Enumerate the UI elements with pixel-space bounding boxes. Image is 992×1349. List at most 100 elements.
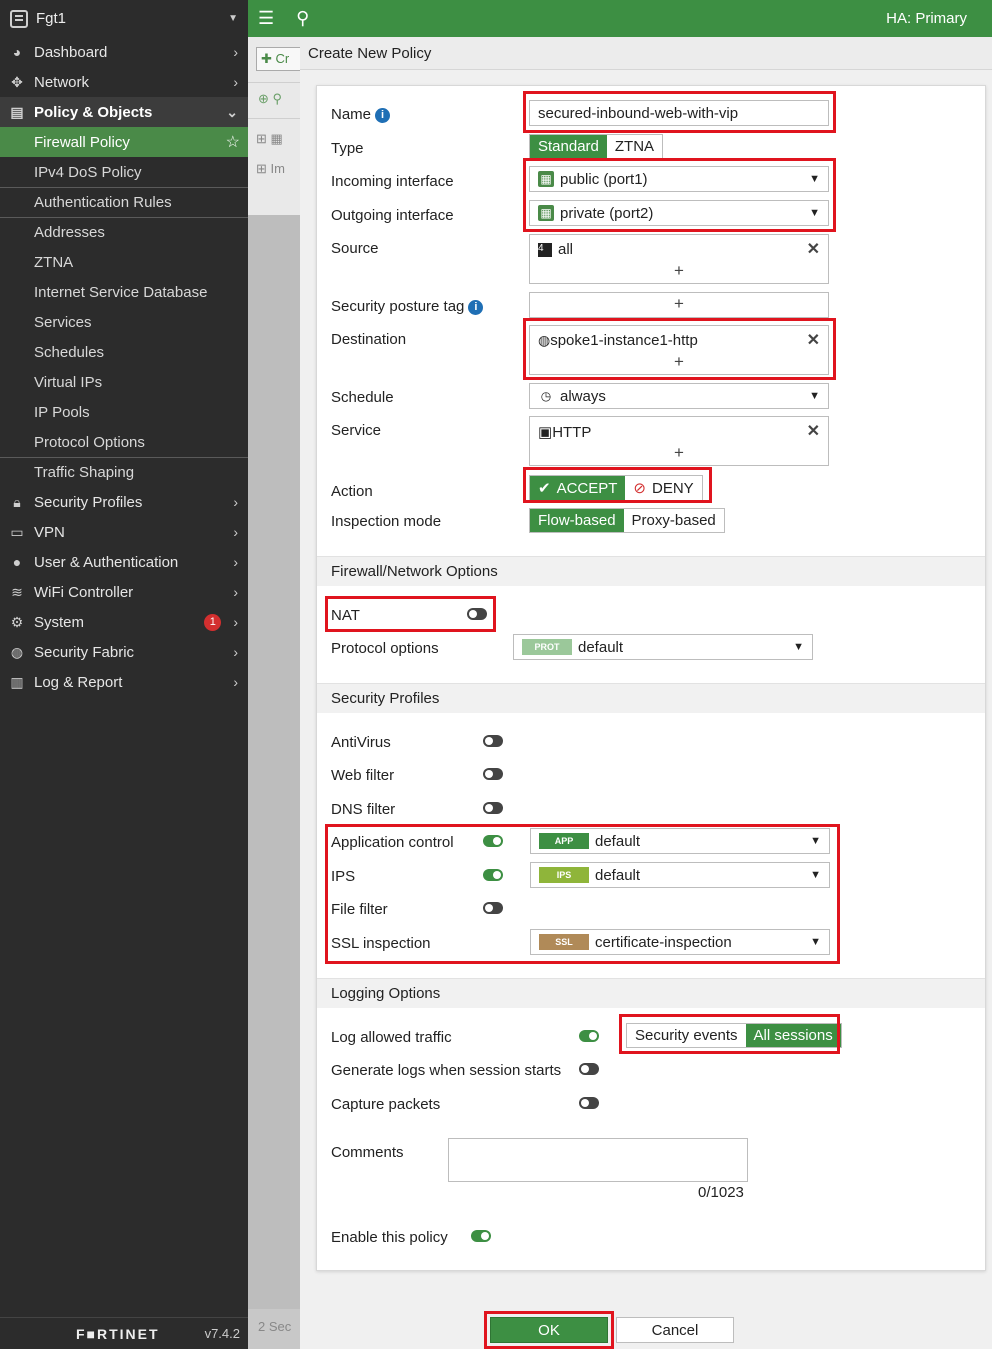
create-new-button[interactable]: ✚ Cr	[256, 47, 306, 71]
chevron-down-icon: ▼	[793, 641, 804, 653]
sidebar-item-user-authentication[interactable]: ● User & Authentication ›	[0, 547, 248, 577]
type-standard-option[interactable]: Standard	[530, 135, 607, 158]
chevron-right-icon: ›	[233, 524, 238, 540]
add-icon[interactable]: +	[530, 294, 828, 314]
sidebar-item-wifi-controller[interactable]: ≋ WiFi Controller ›	[0, 577, 248, 607]
sidebar-item-services[interactable]: Services	[0, 307, 248, 337]
filefilter-toggle[interactable]	[483, 902, 503, 914]
sidebar-item-label: Internet Service Database	[34, 283, 208, 301]
fabric-icon: ◍	[10, 643, 24, 660]
destination-value: spoke1-instance1-http	[550, 332, 698, 349]
sidebar-item-ztna[interactable]: ZTNA	[0, 247, 248, 277]
protocol-options-select[interactable]: PROT default ▼	[513, 634, 813, 660]
enable-policy-toggle[interactable]	[471, 1230, 491, 1242]
ips-toggle[interactable]	[483, 869, 503, 881]
action-accept-button[interactable]: ✔ ACCEPT	[530, 476, 626, 500]
name-input[interactable]: secured-inbound-web-with-vip	[529, 100, 829, 126]
remove-icon[interactable]: ✕	[807, 421, 820, 441]
info-icon[interactable]: i	[468, 300, 484, 315]
sidebar-item-authentication-rules[interactable]: Authentication Rules	[0, 187, 248, 217]
sidebar-item-system[interactable]: ⚙ System 1 ›	[0, 607, 248, 637]
search-icon[interactable]: ⚲	[296, 8, 309, 29]
sidebar-item-log-report[interactable]: ▥ Log & Report ›	[0, 667, 248, 697]
sidebar-item-addresses[interactable]: Addresses	[0, 217, 248, 247]
fortinet-logo: F■RTINET	[76, 1325, 160, 1342]
schedule-select[interactable]: ◷ always ▼	[529, 383, 829, 409]
flow-based-option[interactable]: Flow-based	[530, 509, 624, 532]
wifi-icon: ≋	[11, 583, 23, 600]
posture-tag-select[interactable]: +	[529, 292, 829, 318]
webfilter-toggle[interactable]	[483, 768, 503, 780]
section-logging: Logging Options	[317, 978, 985, 1008]
proxy-based-option[interactable]: Proxy-based	[623, 509, 724, 532]
sidebar-item-schedules[interactable]: Schedules	[0, 337, 248, 367]
sidebar-item-traffic-shaping[interactable]: Traffic Shaping	[0, 457, 248, 487]
source-select[interactable]: 4 all ✕ +	[529, 234, 829, 284]
star-icon[interactable]: ☆	[226, 132, 240, 152]
dnsfilter-toggle[interactable]	[483, 802, 503, 814]
chevron-right-icon: ›	[233, 584, 238, 600]
ok-button[interactable]: OK	[490, 1317, 608, 1343]
add-icon[interactable]: +	[530, 443, 828, 463]
add-icon[interactable]: +	[530, 261, 828, 281]
user-icon: ●	[12, 554, 22, 570]
sidebar-item-label: WiFi Controller	[34, 583, 134, 601]
menu-icon[interactable]: ☰	[258, 8, 274, 29]
info-icon[interactable]: i	[375, 108, 391, 123]
antivirus-toggle[interactable]	[483, 735, 503, 747]
sidebar-item-label: Authentication Rules	[34, 194, 172, 211]
comments-textarea[interactable]	[448, 1138, 748, 1182]
sidebar-item-network[interactable]: ✥ Network ›	[0, 67, 248, 97]
sidebar-item-ipv4-dos-policy[interactable]: IPv4 DoS Policy	[0, 157, 248, 187]
outgoing-interface-select[interactable]: ▦ private (port2) ▼	[529, 200, 829, 226]
antivirus-label: AntiVirus	[331, 734, 391, 751]
sidebar-item-protocol-options[interactable]: Protocol Options	[0, 427, 248, 457]
appctrl-toggle[interactable]	[483, 835, 503, 847]
chevron-right-icon: ›	[233, 674, 238, 690]
sidebar-item-dashboard[interactable]: ◕ Dashboard ›	[0, 37, 248, 67]
sidebar-item-virtual-ips[interactable]: Virtual IPs	[0, 367, 248, 397]
port-icon: ▦	[538, 171, 554, 187]
chevron-right-icon: ›	[233, 554, 238, 570]
sidebar-item-ip-pools[interactable]: IP Pools	[0, 397, 248, 427]
cancel-button[interactable]: Cancel	[616, 1317, 734, 1343]
action-deny-button[interactable]: ⊘ DENY	[625, 476, 702, 500]
ssl-inspection-value: certificate-inspection	[595, 933, 732, 951]
remove-icon[interactable]: ✕	[807, 330, 820, 350]
ips-select[interactable]: IPS default ▼	[530, 862, 830, 888]
appctrl-select[interactable]: APP default ▼	[530, 828, 830, 854]
sidebar-item-firewall-policy[interactable]: Firewall Policy ☆	[0, 127, 248, 157]
sidebar-item-vpn[interactable]: ▭ VPN ›	[0, 517, 248, 547]
sidebar-item-internet-service-database[interactable]: Internet Service Database	[0, 277, 248, 307]
sidebar-item-policy-objects[interactable]: ▤ Policy & Objects ⌄	[0, 97, 248, 127]
chevron-down-icon: ▼	[228, 13, 238, 24]
ha-status: HA: Primary	[886, 10, 967, 27]
type-ztna-option[interactable]: ZTNA	[606, 135, 663, 158]
prot-tag: PROT	[522, 639, 572, 655]
sidebar-item-label: Schedules	[34, 343, 105, 361]
nat-label: NAT	[331, 607, 360, 624]
action-toggle: ✔ ACCEPT ⊘ DENY	[529, 475, 703, 501]
sidebar-item-security-profiles[interactable]: 🔒︎ Security Profiles ›	[0, 487, 248, 517]
all-sessions-option[interactable]: All sessions	[745, 1024, 841, 1047]
log-allowed-toggle[interactable]	[579, 1030, 599, 1042]
gen-logs-toggle[interactable]	[579, 1063, 599, 1075]
sidebar-item-security-fabric[interactable]: ◍ Security Fabric ›	[0, 637, 248, 667]
capture-packets-toggle[interactable]	[579, 1097, 599, 1109]
sidebar-item-label: Services	[34, 313, 92, 331]
device-selector[interactable]: Fgt1 ▼	[0, 0, 248, 37]
security-events-option[interactable]: Security events	[627, 1024, 746, 1047]
incoming-interface-select[interactable]: ▦ public (port1) ▼	[529, 166, 829, 192]
chevron-right-icon: ›	[233, 614, 238, 630]
add-icon[interactable]: +	[530, 352, 828, 372]
destination-select[interactable]: ◍ spoke1-instance1-http ✕ +	[529, 325, 829, 375]
nat-toggle[interactable]	[467, 608, 487, 620]
service-select[interactable]: ▣ HTTP ✕ +	[529, 416, 829, 466]
sidebar-item-label: ZTNA	[34, 253, 74, 271]
appctrl-label: Application control	[331, 834, 454, 851]
chart-icon: ▥	[10, 673, 24, 690]
ssl-inspection-select[interactable]: SSL certificate-inspection ▼	[530, 929, 830, 955]
chevron-down-icon: ▼	[810, 936, 821, 948]
monitor-icon: ▣	[538, 424, 553, 441]
remove-icon[interactable]: ✕	[807, 239, 820, 259]
